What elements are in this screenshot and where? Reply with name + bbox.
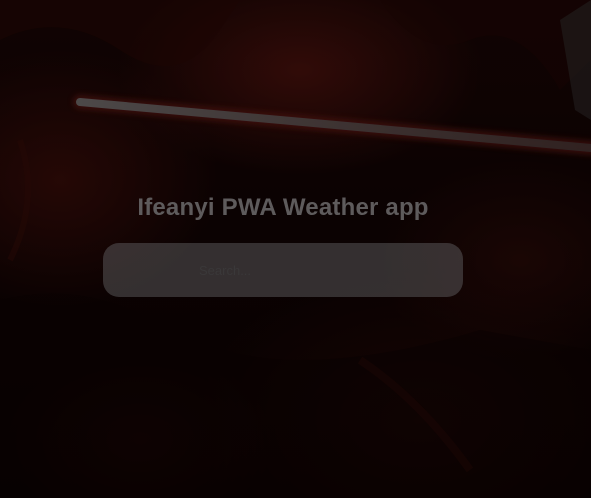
page-title: Ifeanyi PWA Weather app [137,194,429,221]
search-input[interactable] [103,243,463,297]
search-box[interactable] [103,243,463,297]
weather-app-page: Ifeanyi PWA Weather app [0,0,591,498]
